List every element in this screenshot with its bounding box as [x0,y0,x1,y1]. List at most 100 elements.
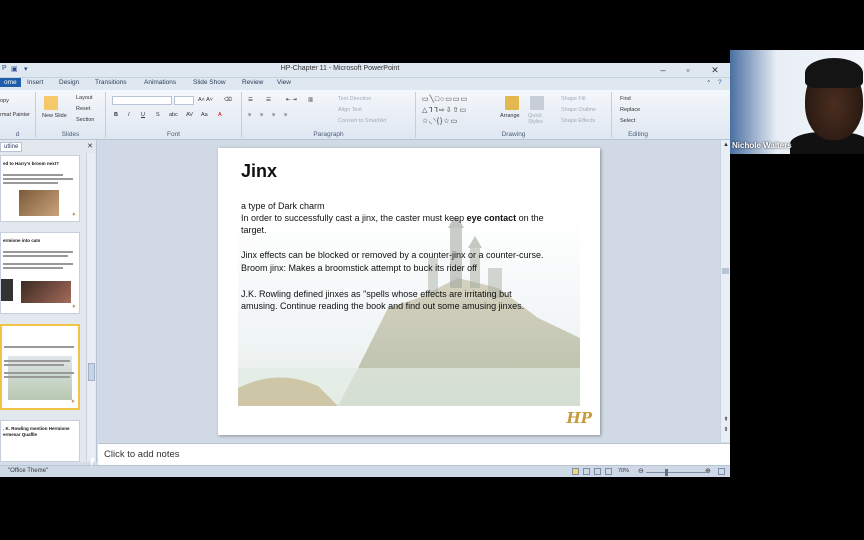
slide-body-line: target. [241,225,267,235]
clear-formatting-icon[interactable]: ⌫ [224,97,232,103]
change-case-button[interactable]: Aa [201,112,208,118]
scrollbar-thumb[interactable] [88,363,95,381]
replace-button[interactable]: Replace [620,107,640,113]
webcam-feed: Nichole Walters [730,50,864,154]
numbering-icon[interactable]: ☰ [266,97,271,103]
italic-button[interactable]: I [128,112,130,118]
spacing-button[interactable]: AV [186,112,193,118]
convert-smartart-button[interactable]: Convert to SmartArt [338,118,387,124]
tab-view[interactable]: View [277,79,291,86]
bullets-icon[interactable]: ☰ [248,97,253,103]
bold-button[interactable]: B [114,112,118,118]
slide-body-line: J.K. Rowling defined jinxes as "spells w… [241,289,512,299]
thumbnail-logo: ✦ [71,212,76,218]
previous-slide-icon[interactable]: ⇞ [721,416,730,423]
shapes-gallery-icon[interactable]: ▭╲□○▭▭▭ [422,95,468,103]
ribbon: opy rmat Painter d New Slide Layout Rese… [0,90,730,140]
tab-home[interactable]: ome [0,78,21,87]
editing-group: Find Replace Select Editing [612,92,664,138]
notes-pane[interactable]: Click to add notes [98,443,730,465]
thumbnail-text-line [3,178,73,180]
thumbnail-text-line [3,182,58,184]
align-right-icon[interactable]: ≡ [272,112,275,118]
align-text-button[interactable]: Align Text [338,107,362,113]
arrange-icon[interactable] [505,96,519,110]
ribbon-minimize-icon[interactable]: ⌃ [706,79,711,87]
shapes-gallery-row3-icon[interactable]: ☆◟◝{}☆▭ [422,117,458,125]
format-painter-button[interactable]: rmat Painter [0,112,30,118]
fit-to-window-icon[interactable] [718,468,725,475]
shape-fill-button[interactable]: Shape Fill [561,96,585,102]
slide-title[interactable]: Jinx [241,161,277,182]
layout-button[interactable]: Layout [76,95,93,101]
slide-thumbnail[interactable]: ed to Harry's broom next? ✦ [0,155,80,222]
tab-slide-show[interactable]: Slide Show [193,79,226,86]
tab-animations[interactable]: Animations [144,79,176,86]
tab-review[interactable]: Review [242,79,263,86]
slide-canvas[interactable]: Jinx a type of Dark charm In order to su… [218,148,600,435]
slide-thumbnail-selected[interactable]: ✦ [0,324,80,410]
text-direction-button[interactable]: Text Direction [338,96,371,102]
find-button[interactable]: Find [620,96,631,102]
close-button[interactable]: ✕ [708,64,722,76]
slide-thumbnail[interactable]: . K. Rowling mention Hermione ermesar Qu… [0,420,80,462]
new-slide-button[interactable]: New Slide [42,113,67,119]
help-icon[interactable]: ? [718,79,722,86]
normal-view-icon[interactable] [572,468,579,475]
section-button[interactable]: Section [76,117,94,123]
slide-sorter-icon[interactable] [583,468,590,475]
tab-design[interactable]: Design [59,79,79,86]
reset-button[interactable]: Reset [76,106,90,112]
shadow-button[interactable]: abc [169,112,178,118]
copy-button[interactable]: opy [0,98,9,104]
minimize-button[interactable]: – [656,64,670,76]
arrange-button[interactable]: Arrange [500,113,520,119]
font-color-button[interactable]: A [218,112,222,118]
font-name-field[interactable] [112,96,172,105]
justify-icon[interactable]: ≡ [284,112,287,118]
scroll-up-icon[interactable]: ▲ [721,142,730,148]
scrollbar-thumb[interactable] [722,268,729,274]
indent-icon[interactable]: ⇤ ⇥ [286,97,297,103]
tab-transitions[interactable]: Transitions [95,79,127,86]
restore-button[interactable]: ▫ [681,64,695,76]
shape-effects-button[interactable]: Shape Effects [561,118,595,124]
slides-panel: utline ✕ ed to Harry's broom next? ✦ erm… [0,140,97,462]
slide-vertical-scrollbar[interactable]: ▲ ⇞ ⇟ [720,140,730,442]
slide-body-line: a type of Dark charm [241,201,325,211]
new-slide-icon[interactable] [44,96,58,110]
slide-body-text: In order to successfully cast a jinx, th… [241,213,467,223]
font-group-label: Font [166,131,180,138]
clipboard-group-label: d [15,131,20,138]
slides-panel-scrollbar[interactable] [86,153,95,461]
columns-icon[interactable]: ▥ [308,97,313,103]
reading-view-icon[interactable] [594,468,601,475]
font-size-field[interactable] [174,96,194,105]
zoom-out-icon[interactable]: ⊖ [638,467,644,475]
quick-styles-icon[interactable] [530,96,544,110]
strikethrough-button[interactable]: S [156,112,160,118]
thumbnail-logo: ✦ [71,304,76,310]
thumbnail-image [21,281,71,303]
panel-close-icon[interactable]: ✕ [87,142,93,150]
select-button[interactable]: Select [620,118,635,124]
outline-tab[interactable]: utline [0,142,23,152]
quick-styles-button[interactable]: Quick Styles [528,113,550,125]
align-left-icon[interactable]: ≡ [248,112,251,118]
tab-insert[interactable]: Insert [27,79,43,86]
zoom-slider[interactable] [646,472,706,473]
thumbnail-image [1,279,13,301]
grow-font-icon[interactable]: A˄ A˅ [198,97,213,103]
zoom-in-icon[interactable]: ⊕ [705,467,711,475]
zoom-level[interactable]: 70% [618,468,629,474]
thumbnail-text-line [3,267,63,269]
next-slide-icon[interactable]: ⇟ [721,426,730,433]
zoom-slider-handle[interactable] [665,469,668,476]
shapes-gallery-row2-icon[interactable]: △ᒣᒣ⇨⇩⇧▭ [422,106,467,114]
underline-button[interactable]: U [141,112,145,118]
slide-thumbnail[interactable]: ermione into cats ✦ [0,232,80,314]
slide-show-icon[interactable] [605,468,612,475]
align-center-icon[interactable]: ≡ [260,112,263,118]
shape-outline-button[interactable]: Shape Outline [561,107,596,113]
slides-group: New Slide Layout Reset Section Slides [36,92,106,138]
